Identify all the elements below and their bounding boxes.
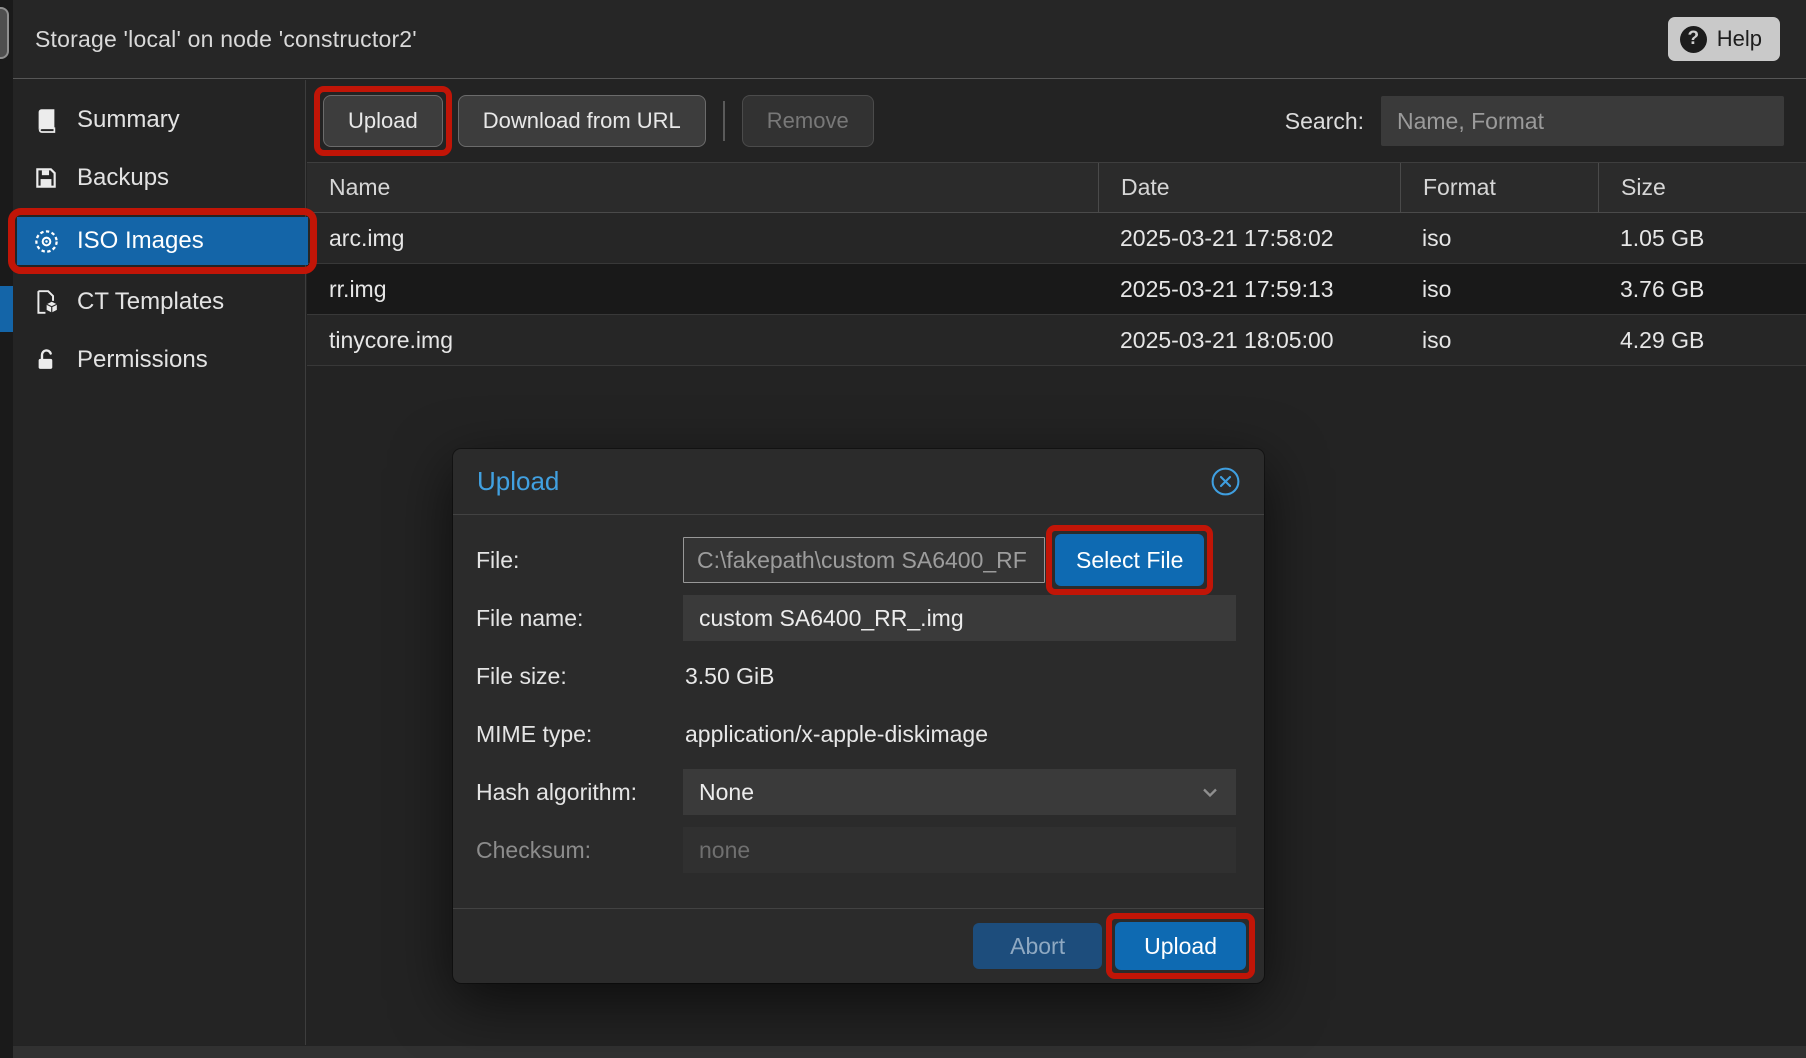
file-name-label: File name: — [476, 605, 683, 632]
disc-icon — [32, 228, 60, 255]
cell-format: iso — [1400, 264, 1598, 314]
dialog-titlebar[interactable]: Upload — [453, 449, 1264, 515]
unlock-icon — [32, 347, 60, 373]
file-label: File: — [476, 547, 683, 574]
sidebar-item-permissions[interactable]: Permissions — [17, 336, 301, 384]
horizontal-scrollbar-track[interactable] — [13, 1046, 1806, 1058]
column-header-name[interactable]: Name — [307, 163, 1098, 212]
cell-format: iso — [1400, 315, 1598, 365]
checksum-label: Checksum: — [476, 837, 683, 864]
annotation-box-upload-button: Upload — [314, 86, 452, 156]
annotation-box-select-file: Select File — [1046, 525, 1213, 595]
sidebar-item-ct-templates[interactable]: CT Templates — [17, 278, 301, 326]
table-row[interactable]: tinycore.img 2025-03-21 18:05:00 iso 4.2… — [307, 315, 1806, 366]
upload-button[interactable]: Upload — [323, 95, 443, 147]
sidebar: Summary Backups ISO Images CT Templates — [13, 80, 306, 1045]
cell-size: 3.76 GB — [1598, 264, 1806, 314]
cell-name: arc.img — [307, 213, 1098, 263]
sidebar-item-label: CT Templates — [77, 288, 224, 316]
table-header: Name Date Format Size — [307, 162, 1806, 213]
question-circle-icon: ? — [1680, 26, 1707, 53]
floppy-icon — [32, 165, 60, 191]
search-area: Search: — [1285, 96, 1784, 146]
chevron-down-icon — [1198, 780, 1222, 804]
file-name-field-row: File name: — [476, 595, 1236, 641]
download-from-url-button[interactable]: Download from URL — [458, 95, 706, 147]
file-cube-icon — [32, 289, 60, 315]
mime-type-value: application/x-apple-diskimage — [683, 721, 988, 748]
mime-type-label: MIME type: — [476, 721, 683, 748]
table-row[interactable]: rr.img 2025-03-21 17:59:13 iso 3.76 GB — [307, 264, 1806, 315]
table-row[interactable]: arc.img 2025-03-21 17:58:02 iso 1.05 GB — [307, 213, 1806, 264]
file-field-row: File: Select File — [476, 537, 1236, 583]
cell-size: 4.29 GB — [1598, 315, 1806, 365]
sidebar-item-summary[interactable]: Summary — [17, 96, 301, 144]
toolbar-separator — [723, 101, 725, 141]
file-name-input[interactable] — [683, 595, 1236, 641]
annotation-box-dialog-upload: Upload — [1106, 913, 1255, 979]
clipped-tree-selection-fragment — [0, 286, 13, 332]
cell-name: tinycore.img — [307, 315, 1098, 365]
sidebar-item-label: Backups — [77, 164, 169, 192]
upload-dialog: Upload File: Select File File name: — [453, 449, 1264, 983]
column-header-size[interactable]: Size — [1598, 163, 1806, 212]
file-size-value: 3.50 GiB — [683, 663, 775, 690]
sidebar-item-label: Summary — [77, 106, 180, 134]
file-path-input[interactable] — [683, 537, 1045, 583]
cell-name: rr.img — [307, 264, 1098, 314]
cell-size: 1.05 GB — [1598, 213, 1806, 263]
dialog-title: Upload — [477, 466, 559, 497]
help-button-label: Help — [1717, 26, 1762, 52]
file-size-row: File size: 3.50 GiB — [476, 653, 1236, 699]
annotation-box-iso-images: ISO Images — [8, 208, 317, 274]
clipped-left-panel — [0, 0, 13, 1058]
proxmox-storage-screen: Storage 'local' on node 'constructor2' ?… — [0, 0, 1806, 1058]
clipped-panel-fragment — [0, 7, 9, 59]
page-title: Storage 'local' on node 'constructor2' — [35, 26, 417, 53]
cell-date: 2025-03-21 17:58:02 — [1098, 213, 1400, 263]
cell-format: iso — [1400, 213, 1598, 263]
toolbar: Upload Download from URL Remove Search: — [307, 80, 1806, 162]
mime-type-row: MIME type: application/x-apple-diskimage — [476, 711, 1236, 757]
search-label: Search: — [1285, 108, 1364, 135]
select-file-button[interactable]: Select File — [1055, 534, 1204, 586]
sidebar-item-label: Permissions — [77, 346, 208, 374]
hash-algorithm-select[interactable]: None — [683, 769, 1236, 815]
cell-date: 2025-03-21 17:59:13 — [1098, 264, 1400, 314]
hash-algorithm-label: Hash algorithm: — [476, 779, 683, 806]
close-icon[interactable] — [1209, 465, 1242, 498]
dialog-footer: Abort Upload — [453, 908, 1264, 983]
sidebar-item-label: ISO Images — [77, 227, 204, 255]
hash-algorithm-row: Hash algorithm: None — [476, 769, 1236, 815]
checksum-input — [683, 827, 1236, 873]
sidebar-item-iso-images[interactable]: ISO Images — [17, 217, 308, 265]
cell-date: 2025-03-21 18:05:00 — [1098, 315, 1400, 365]
search-input[interactable] — [1381, 96, 1784, 146]
remove-button[interactable]: Remove — [742, 95, 874, 147]
help-button[interactable]: ? Help — [1668, 17, 1780, 61]
file-size-label: File size: — [476, 663, 683, 690]
dialog-upload-button[interactable]: Upload — [1115, 922, 1246, 970]
column-header-format[interactable]: Format — [1400, 163, 1598, 212]
checksum-row: Checksum: — [476, 827, 1236, 873]
sidebar-item-backups[interactable]: Backups — [17, 154, 301, 202]
book-icon — [32, 107, 60, 134]
dialog-body: File: Select File File name: File size: … — [453, 515, 1264, 908]
header-bar: Storage 'local' on node 'constructor2' ?… — [13, 0, 1806, 79]
column-header-date[interactable]: Date — [1098, 163, 1400, 212]
abort-button[interactable]: Abort — [973, 923, 1102, 969]
hash-algorithm-value: None — [699, 779, 754, 806]
